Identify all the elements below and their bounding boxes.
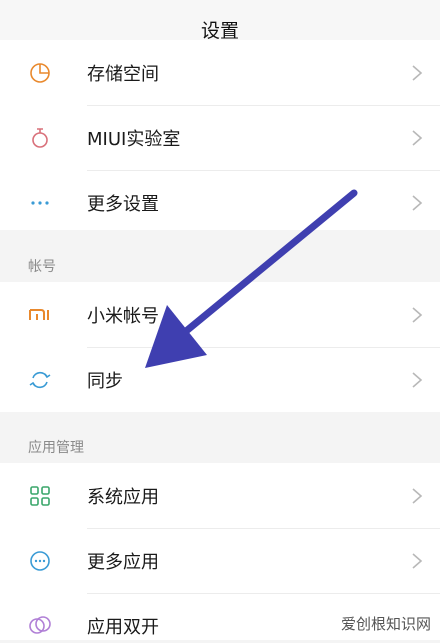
settings-item-more-settings[interactable]: 更多设置	[0, 170, 440, 235]
chevron-right-icon	[412, 487, 423, 504]
chevron-right-icon	[412, 64, 423, 81]
chevron-right-icon	[412, 552, 423, 569]
page-title: 设置	[200, 19, 239, 42]
settings-item-label: 应用双开	[87, 617, 159, 638]
chevron-right-icon	[412, 194, 423, 211]
settings-group-general: 存储空间 MIUI实验室 更多设置	[0, 40, 440, 230]
settings-item-label: 同步	[87, 370, 123, 392]
storage-pie-icon	[30, 62, 50, 83]
settings-item-mi-account[interactable]: 小米帐号	[0, 282, 440, 347]
settings-item-sync[interactable]: 同步	[0, 347, 440, 412]
section-header-app-management: 应用管理	[0, 413, 440, 463]
settings-item-storage[interactable]: 存储空间	[0, 40, 440, 105]
more-apps-icon	[30, 550, 50, 571]
settings-item-label: 小米帐号	[87, 305, 159, 327]
dual-apps-icon	[29, 616, 51, 634]
watermark-text: 爱创根知识网	[337, 612, 434, 635]
more-dots-icon	[31, 200, 49, 205]
lab-flask-icon	[32, 127, 48, 148]
section-header-account: 帐号	[0, 232, 440, 282]
settings-group-account: 小米帐号 同步	[0, 282, 440, 412]
section-title: 应用管理	[28, 440, 84, 456]
settings-item-label: MIUI实验室	[87, 128, 181, 150]
chevron-right-icon	[412, 306, 423, 323]
settings-item-system-apps[interactable]: 系统应用	[0, 463, 440, 528]
section-title: 帐号	[28, 259, 56, 275]
settings-item-label: 系统应用	[87, 486, 159, 508]
sync-icon	[29, 371, 51, 388]
settings-item-label: 更多应用	[87, 551, 159, 573]
settings-item-label: 存储空间	[87, 63, 159, 85]
chevron-right-icon	[412, 129, 423, 146]
mi-logo-icon	[29, 308, 49, 320]
grid-apps-icon	[30, 485, 50, 506]
watermark: 爱创根知识网	[337, 612, 434, 635]
settings-item-miui-lab[interactable]: MIUI实验室	[0, 105, 440, 170]
settings-item-more-apps[interactable]: 更多应用	[0, 528, 440, 593]
chevron-right-icon	[412, 371, 423, 388]
settings-item-label: 更多设置	[87, 193, 159, 215]
